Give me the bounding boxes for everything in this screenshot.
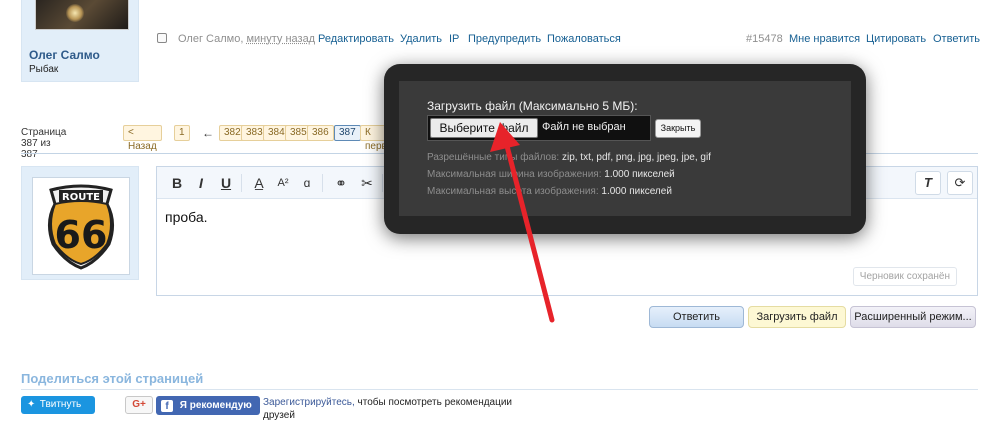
- close-modal-button[interactable]: Закрыть: [655, 119, 701, 138]
- draft-status: Черновик сохранён: [852, 267, 957, 286]
- max-height-label: Максимальная высота изображения:: [427, 186, 599, 197]
- reply-link[interactable]: Ответить: [933, 33, 980, 45]
- file-input[interactable]: Выберите файл Файл не выбран: [427, 115, 651, 141]
- upload-modal: [384, 64, 866, 234]
- route66-logo-icon: ROUTE 66: [48, 184, 114, 270]
- clear-format-icon[interactable]: T: [915, 171, 941, 195]
- warn-link[interactable]: Предупредить: [468, 33, 541, 45]
- post-select-checkbox[interactable]: [157, 33, 167, 43]
- link-icon[interactable]: ⚭: [331, 172, 351, 194]
- italic-icon[interactable]: I: [191, 172, 211, 194]
- twitter-icon: ✦: [27, 399, 36, 410]
- facebook-icon: f: [161, 400, 173, 412]
- facebook-register-text: Зарегистрируйтесь, чтобы посмотреть реко…: [263, 396, 543, 422]
- upload-file-button[interactable]: Загрузить файл: [748, 306, 846, 328]
- file-status: Файл не выбран: [542, 121, 626, 133]
- underline-icon[interactable]: U: [216, 172, 242, 194]
- post-number[interactable]: #15478: [746, 33, 783, 45]
- font-family-icon[interactable]: ɑ: [297, 172, 323, 194]
- max-width-label: Максимальная ширина изображения:: [427, 169, 602, 180]
- font-size-icon[interactable]: A²: [273, 172, 293, 194]
- facebook-recommend-label: Я рекомендую: [179, 400, 252, 411]
- post-meta: Олег Салмо, минуту назад: [178, 33, 315, 45]
- user-avatar[interactable]: [35, 0, 129, 30]
- post-actions-bar: Олег Салмо, минуту назад Редактировать У…: [157, 33, 980, 47]
- max-width-info: Максимальная ширина изображения: 1.000 п…: [427, 169, 675, 180]
- max-width-value: 1.000 пикселей: [604, 169, 675, 180]
- allowed-types-label: Разрешённые типы файлов:: [427, 152, 560, 163]
- pagination-label: Страница 387 из 387: [21, 127, 67, 160]
- facebook-register-link[interactable]: Зарегистрируйтесь,: [263, 397, 355, 408]
- unlink-icon[interactable]: ✂: [357, 172, 383, 194]
- svg-text:ROUTE: ROUTE: [62, 192, 100, 203]
- user-info-panel: Олег Салмо Рыбак: [21, 0, 139, 82]
- divider: [21, 389, 978, 390]
- reply-button[interactable]: Ответить: [649, 306, 744, 328]
- quote-link[interactable]: Цитировать: [866, 33, 926, 45]
- svg-text:66: 66: [55, 213, 108, 257]
- preview-icon[interactable]: ⟳: [947, 171, 973, 195]
- pagination-page[interactable]: 386: [307, 125, 334, 141]
- post-meta-author: Олег Салмо,: [178, 33, 244, 45]
- advanced-mode-button[interactable]: Расширенный режим...: [850, 306, 976, 328]
- facebook-recommend-button[interactable]: f Я рекомендую: [156, 396, 260, 415]
- editor-content[interactable]: проба.: [165, 209, 208, 225]
- allowed-types-value: zip, txt, pdf, png, jpg, jpeg, jpe, gif: [561, 152, 711, 163]
- delete-link[interactable]: Удалить: [400, 33, 442, 45]
- reply-avatar-panel: ROUTE 66: [21, 166, 139, 280]
- avatar[interactable]: ROUTE 66: [32, 177, 130, 275]
- pagination-first[interactable]: 1: [174, 125, 190, 141]
- upload-modal-title: Загрузить файл (Максимально 5 МБ):: [427, 99, 638, 113]
- tweet-button[interactable]: ✦ Твитнуть: [21, 396, 95, 414]
- report-link[interactable]: Пожаловаться: [547, 33, 621, 45]
- google-plus-button[interactable]: G+: [125, 396, 153, 414]
- bold-icon[interactable]: B: [167, 172, 187, 194]
- edit-link[interactable]: Редактировать: [318, 33, 394, 45]
- user-name[interactable]: Олег Салмо: [29, 48, 100, 62]
- pagination-skip-icon[interactable]: ←: [202, 126, 214, 140]
- text-color-icon[interactable]: A̲: [249, 172, 269, 194]
- choose-file-button[interactable]: Выберите файл: [430, 118, 538, 138]
- pagination-prev[interactable]: < Назад: [123, 125, 162, 152]
- tweet-label: Твитнуть: [39, 399, 82, 410]
- user-title: Рыбак: [29, 64, 59, 75]
- max-height-value: 1.000 пикселей: [601, 186, 672, 197]
- pagination-current-page[interactable]: 387: [334, 125, 361, 141]
- ip-link[interactable]: IP: [449, 33, 459, 45]
- share-title: Поделиться этой страницей: [21, 371, 204, 386]
- max-height-info: Максимальная высота изображения: 1.000 п…: [427, 186, 672, 197]
- like-link[interactable]: Мне нравится: [789, 33, 860, 45]
- allowed-types-info: Разрешённые типы файлов: zip, txt, pdf, …: [427, 152, 711, 163]
- post-meta-time[interactable]: минуту назад: [246, 33, 315, 45]
